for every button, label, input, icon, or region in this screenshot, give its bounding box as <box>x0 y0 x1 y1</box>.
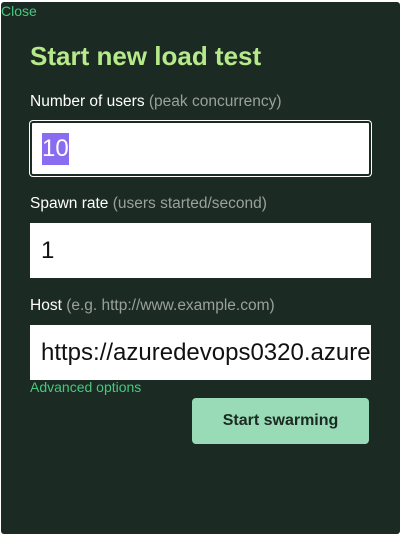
users-input-value: 10 <box>42 132 69 165</box>
host-label-text: Host <box>30 297 62 314</box>
users-label-hint: (peak concurrency) <box>148 93 282 110</box>
host-input[interactable]: https://azuredevops0320.azure <box>30 325 371 380</box>
close-link[interactable]: Close <box>1 2 37 20</box>
start-swarming-button[interactable]: Start swarming <box>192 398 369 444</box>
users-label-text: Number of users <box>30 93 145 110</box>
users-field-label: Number of users (peak concurrency) <box>30 92 282 112</box>
spawn-rate-label-hint: (users started/second) <box>112 195 267 212</box>
host-field-label: Host (e.g. http://www.example.com) <box>30 296 275 316</box>
advanced-options-link[interactable]: Advanced options <box>30 378 141 396</box>
spawn-rate-input-value: 1 <box>41 236 55 264</box>
dialog-title: Start new load test <box>30 41 262 71</box>
host-input-value: https://azuredevops0320.azure <box>41 338 371 366</box>
spawn-rate-input[interactable]: 1 <box>30 223 371 278</box>
spawn-rate-label-text: Spawn rate <box>30 195 109 212</box>
users-input[interactable]: 10 <box>30 121 371 176</box>
host-label-hint: (e.g. http://www.example.com) <box>66 297 275 314</box>
spawn-rate-field-label: Spawn rate (users started/second) <box>30 194 267 214</box>
